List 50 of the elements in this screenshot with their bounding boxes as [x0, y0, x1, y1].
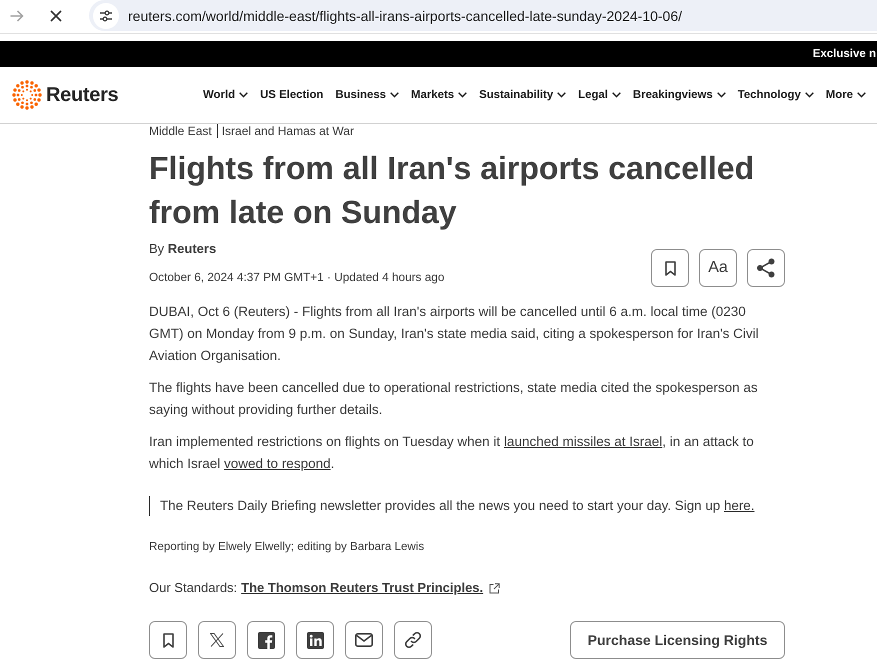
- breadcrumb-link[interactable]: Middle East: [149, 124, 212, 138]
- reporting-credits: Reporting by Elwely Elwelly; editing by Barbara Lewis: [149, 539, 426, 555]
- nav-menu-item[interactable]: Technology: [738, 89, 814, 101]
- bookmark-button[interactable]: [651, 249, 689, 287]
- address-bar[interactable]: reuters.com/world/middle-east/flights-all-irans-airports-cancelled-late-sunday-2024-10-06/: [89, 0, 877, 31]
- reuters-logo[interactable]: Reuters: [12, 80, 118, 110]
- nav-menu-item[interactable]: More: [826, 89, 866, 101]
- breadcrumb-link[interactable]: Israel and Hamas at War: [216, 124, 354, 138]
- inline-link[interactable]: launched missiles at Israel: [504, 434, 662, 449]
- facebook-share-button[interactable]: [247, 621, 285, 659]
- nav-menu-item[interactable]: World: [203, 89, 248, 101]
- nav-menu-item[interactable]: Breakingviews: [632, 89, 726, 101]
- nav-menu-item[interactable]: Business: [335, 89, 400, 101]
- article-paragraph: DUBAI, Oct 6 (Reuters) - Flights from all Iran's airports will be cancelled until 6 a.m. local time (0230 GMT) on Monday from 9 p.m. on Sunday, Iran's state media said, citing a spokesperson for Iran's Civil Aviation Organisation.: [149, 303, 760, 365]
- sliders-icon[interactable]: [93, 2, 119, 28]
- byline: By Reuters: [149, 240, 218, 258]
- text-size-button[interactable]: Aa: [699, 249, 737, 287]
- email-share-button[interactable]: [345, 621, 383, 659]
- share-icon: [756, 258, 776, 278]
- nav-menu-item[interactable]: Markets: [411, 89, 468, 101]
- signup-link[interactable]: here.: [724, 498, 754, 513]
- bookmark-icon: [162, 632, 174, 648]
- ticker-text[interactable]: Exclusive n: [812, 48, 876, 60]
- inline-link[interactable]: vowed to respond: [224, 456, 331, 471]
- envelope-icon: [355, 633, 373, 647]
- article-headline: Flights from all Iran's airports cancelled from late on Sunday: [149, 149, 756, 232]
- standards-label: Our Standards:: [149, 579, 238, 597]
- trust-principles-link[interactable]: The Thomson Reuters Trust Principles.: [241, 577, 484, 599]
- share-button[interactable]: [747, 249, 785, 287]
- nav-menu-item[interactable]: US Election: [260, 89, 324, 101]
- copy-link-button[interactable]: [394, 621, 432, 659]
- dateline: October 6, 2024 4:37 PM GMT+1 · Updated 4 hours ago: [149, 269, 444, 286]
- linkedin-share-button[interactable]: [296, 621, 334, 659]
- facebook-logo-icon: [258, 632, 274, 648]
- bookmark-button[interactable]: [149, 621, 187, 659]
- nav-menu-item[interactable]: Sustainability: [479, 89, 566, 101]
- purchase-licensing-button[interactable]: Purchase Licensing Rights: [570, 621, 785, 659]
- article-paragraph: The flights have been cancelled due to operational restrictions, state media cited the spokesperson as saying without providing further details.: [149, 379, 759, 419]
- nav-menu-item[interactable]: Legal: [578, 89, 621, 101]
- dotted-circle-logo-icon: [12, 80, 42, 110]
- bookmark-icon: [664, 260, 676, 276]
- linkedin-logo-icon: [306, 632, 324, 648]
- chain-link-icon: [404, 631, 422, 649]
- x-logo-icon: [210, 633, 224, 647]
- address-url: reuters.com/world/middle-east/flights-all-irans-airports-cancelled-late-sunday-2024-10-06/: [128, 8, 682, 24]
- newsletter-note: The Reuters Daily Briefing newsletter provides all the news you need to start your day. Sign up here.: [149, 496, 785, 516]
- article-paragraph: Iran implemented restrictions on flights on Tuesday when it launched missiles at Israel, in an attack to which Israel vowed to respond.: [149, 433, 755, 473]
- x-share-button[interactable]: [198, 621, 236, 659]
- external-link-icon: [489, 582, 500, 594]
- close-icon[interactable]: [50, 10, 62, 22]
